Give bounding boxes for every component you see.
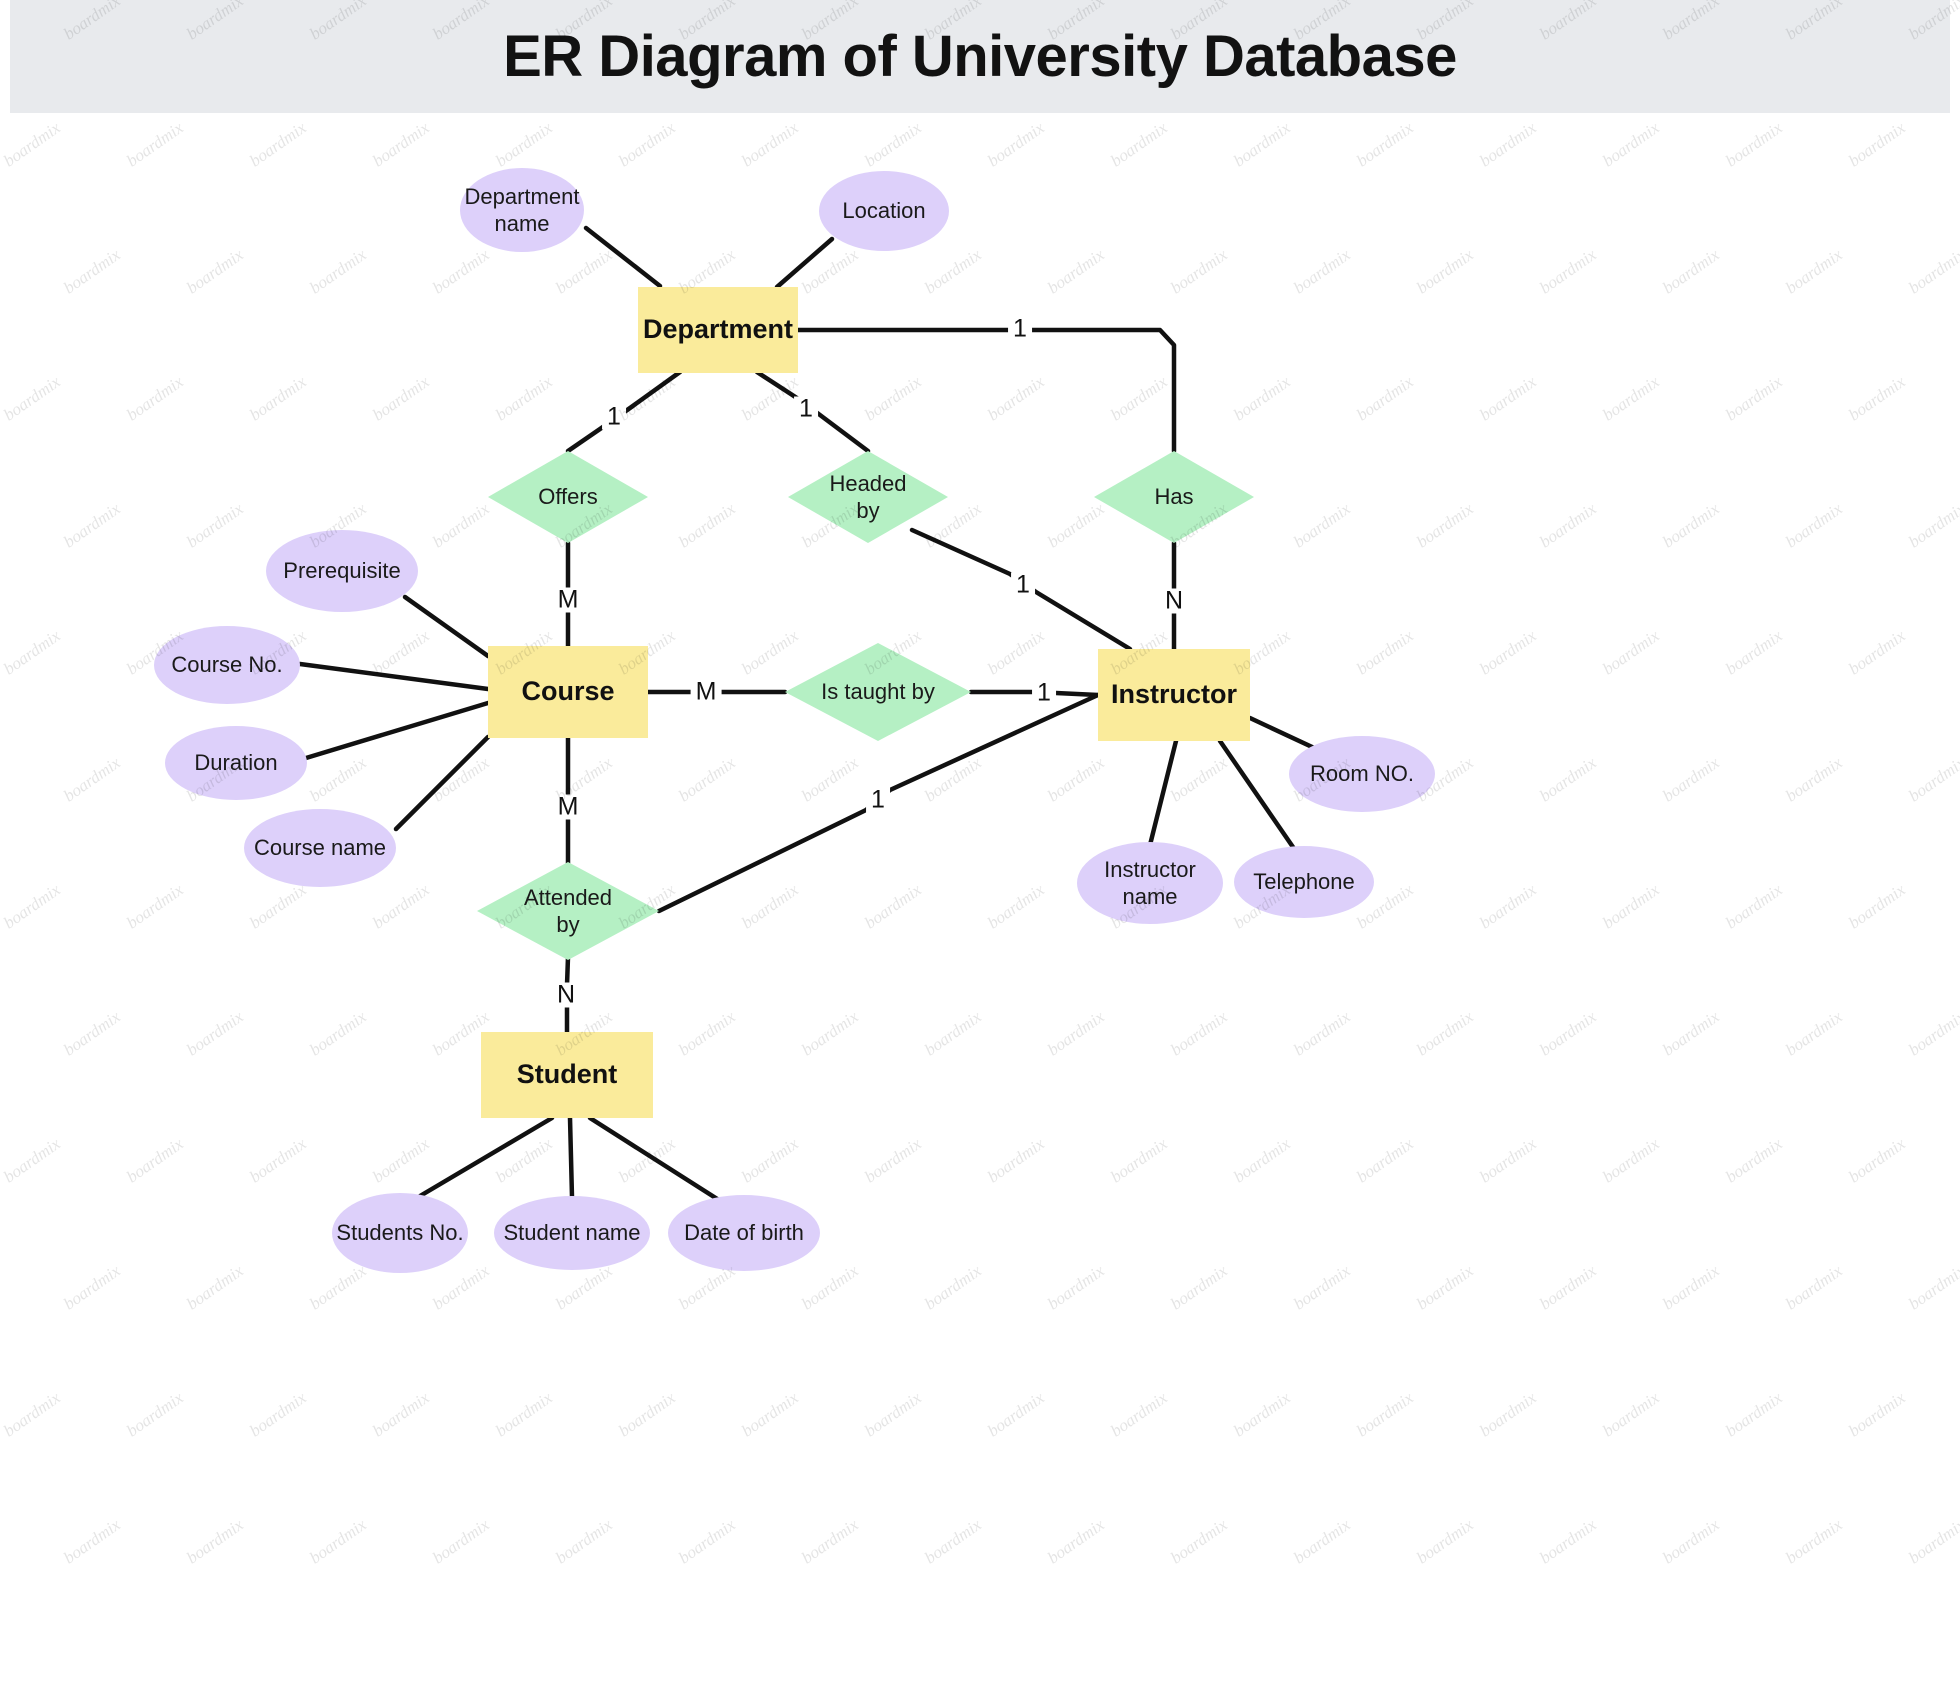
- attribute-duration[interactable]: Duration: [165, 726, 307, 800]
- entity-department[interactable]: Department: [638, 287, 798, 373]
- relationship-has[interactable]: Has: [1094, 451, 1254, 543]
- attribute-department-name[interactable]: Department name: [460, 168, 584, 252]
- cardinality-headed-by-instr: 1: [1011, 572, 1035, 598]
- attribute-label: Student name: [503, 1220, 641, 1246]
- relationship-headed-by[interactable]: Headed by: [788, 451, 948, 543]
- attribute-label: Instructor name: [1104, 856, 1196, 910]
- attribute-label: Telephone: [1253, 869, 1355, 895]
- entity-label: Course: [521, 676, 615, 707]
- entity-label: Instructor: [1110, 679, 1237, 710]
- entity-student[interactable]: Student: [481, 1032, 653, 1118]
- attribute-telephone[interactable]: Telephone: [1234, 846, 1374, 918]
- cardinality-course-attended-by: M: [552, 794, 584, 820]
- attribute-students-no[interactable]: Students No.: [332, 1193, 468, 1273]
- entity-label: Department: [642, 314, 794, 345]
- attribute-course-no[interactable]: Course No.: [154, 626, 300, 704]
- relationship-label: Headed by: [829, 470, 907, 524]
- attribute-instructor-name[interactable]: Instructor name: [1077, 842, 1223, 924]
- attribute-label: Date of birth: [684, 1220, 804, 1246]
- relationship-label: Has: [1154, 484, 1194, 510]
- diagram-canvas[interactable]: Department Course Instructor Student Departm…: [0, 113, 1960, 1687]
- page-title: ER Diagram of University Database: [503, 24, 1457, 89]
- attribute-label: Course name: [253, 835, 387, 861]
- cardinality-dept-headed-by: 1: [794, 396, 818, 422]
- cardinality-has-instructor: N: [1159, 588, 1189, 614]
- attribute-location[interactable]: Location: [819, 171, 949, 251]
- cardinality-dept-has: 1: [1008, 316, 1032, 342]
- title-bar: ER Diagram of University Database: [10, 0, 1950, 113]
- cardinality-dept-offers: 1: [602, 404, 626, 430]
- node-layer: Department Course Instructor Student Departm…: [0, 113, 1960, 1687]
- attribute-label: Duration: [194, 750, 278, 776]
- entity-label: Student: [516, 1059, 618, 1090]
- attribute-label: Students No.: [336, 1220, 464, 1246]
- attribute-prerequisite[interactable]: Prerequisite: [266, 530, 418, 612]
- attribute-date-of-birth[interactable]: Date of birth: [668, 1195, 820, 1271]
- relationship-label: Offers: [538, 484, 598, 510]
- attribute-label: Location: [842, 198, 926, 224]
- relationship-label: Is taught by: [821, 679, 935, 705]
- attribute-student-name[interactable]: Student name: [494, 1196, 650, 1270]
- attribute-room-no[interactable]: Room NO.: [1289, 736, 1435, 812]
- attribute-course-name[interactable]: Course name: [244, 809, 396, 887]
- attribute-label: Prerequisite: [283, 558, 401, 584]
- entity-course[interactable]: Course: [488, 646, 648, 738]
- cardinality-taught-by-instr: 1: [1032, 680, 1056, 706]
- relationship-attended-by[interactable]: Attended by: [477, 862, 659, 960]
- relationship-label: Attended by: [523, 884, 613, 938]
- relationship-offers[interactable]: Offers: [488, 451, 648, 543]
- relationship-is-taught-by[interactable]: Is taught by: [785, 643, 971, 741]
- cardinality-offers-course: M: [552, 587, 584, 613]
- entity-instructor[interactable]: Instructor: [1098, 649, 1250, 741]
- attribute-label: Course No.: [171, 652, 283, 678]
- cardinality-course-taught-by: M: [690, 679, 722, 705]
- cardinality-attended-by-instr: 1: [866, 787, 890, 813]
- attribute-label: Room NO.: [1310, 761, 1414, 787]
- cardinality-attended-by-student: N: [551, 982, 581, 1008]
- attribute-label: Department name: [464, 183, 580, 237]
